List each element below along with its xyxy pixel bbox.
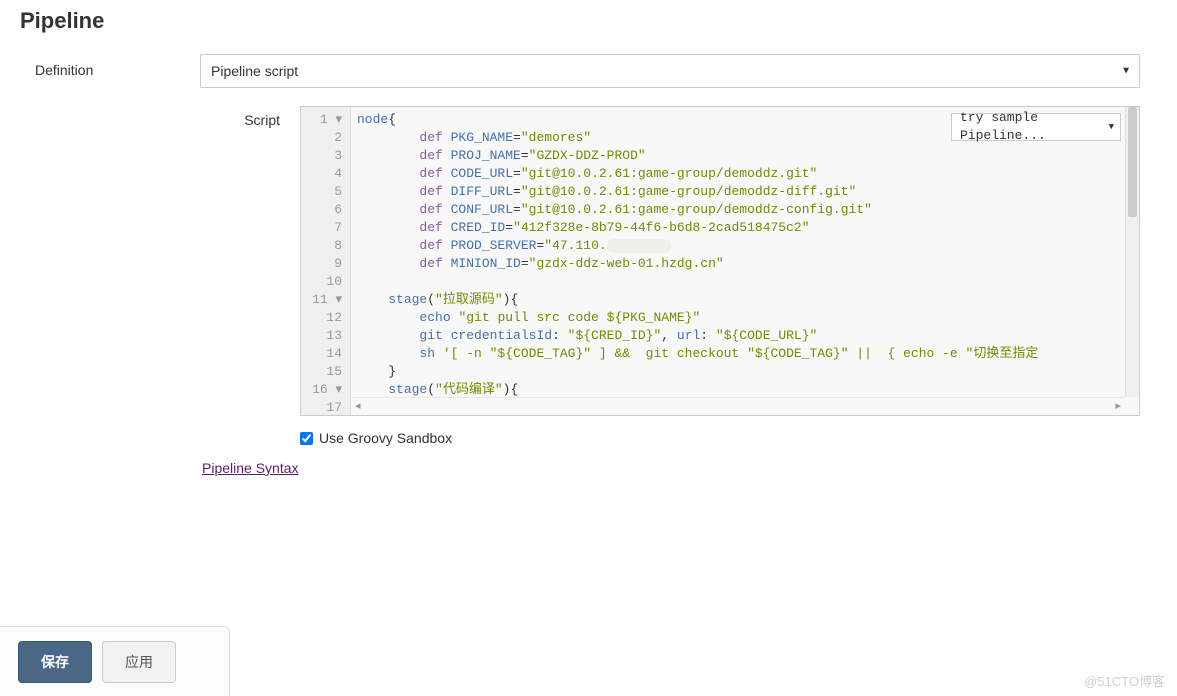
code-line: stage("拉取源码"){ <box>357 291 1133 309</box>
save-button[interactable]: 保存 <box>18 641 92 683</box>
apply-button[interactable]: 应用 <box>102 641 176 683</box>
sandbox-row: Use Groovy Sandbox <box>300 430 1157 446</box>
gutter-line: 7 <box>301 219 342 237</box>
script-label: Script <box>20 106 300 416</box>
code-line: def PROD_SERVER="47.110. <box>357 237 1133 255</box>
definition-label: Definition <box>20 54 200 88</box>
gutter-line: 5 <box>301 183 342 201</box>
scroll-left-icon[interactable]: ◂ <box>355 398 361 416</box>
gutter-line: 6 <box>301 201 342 219</box>
sample-pipeline-select[interactable]: try sample Pipeline... <box>951 113 1121 141</box>
gutter-line: 13 <box>301 327 342 345</box>
definition-row: Definition Pipeline script <box>20 54 1157 88</box>
editor-code[interactable]: node{ def PKG_NAME="demores" def PROJ_NA… <box>351 107 1139 415</box>
code-line: sh '[ -n "${CODE_TAG}" ] && git checkout… <box>357 345 1133 363</box>
code-line: def DIFF_URL="git@10.0.2.61:game-group/d… <box>357 183 1133 201</box>
code-line: def CODE_URL="git@10.0.2.61:game-group/d… <box>357 165 1133 183</box>
vertical-scrollbar[interactable] <box>1125 107 1139 397</box>
gutter-line: 4 <box>301 165 342 183</box>
sandbox-checkbox[interactable] <box>300 432 313 445</box>
gutter-line: 10 <box>301 273 342 291</box>
code-line: def CRED_ID="412f328e-8b79-44f6-b6d8-2ca… <box>357 219 1133 237</box>
definition-select[interactable]: Pipeline script <box>200 54 1140 88</box>
gutter-line: 8 <box>301 237 342 255</box>
script-row: Script 1 ▾234567891011 ▾1213141516 ▾17 n… <box>20 106 1157 416</box>
editor-gutter: 1 ▾234567891011 ▾1213141516 ▾17 <box>301 107 351 415</box>
gutter-line: 15 <box>301 363 342 381</box>
gutter-line: 1 ▾ <box>301 111 342 129</box>
definition-select-value: Pipeline script <box>211 63 298 79</box>
gutter-line: 11 ▾ <box>301 291 342 309</box>
section-title: Pipeline <box>20 8 1157 34</box>
code-line: echo "git pull src code ${PKG_NAME}" <box>357 309 1133 327</box>
gutter-line: 17 <box>301 399 342 417</box>
scroll-right-icon[interactable]: ▸ <box>1115 398 1121 416</box>
pipeline-syntax-row: Pipeline Syntax <box>202 460 1157 476</box>
gutter-line: 2 <box>301 129 342 147</box>
script-editor[interactable]: 1 ▾234567891011 ▾1213141516 ▾17 node{ de… <box>300 106 1140 416</box>
horizontal-scrollbar[interactable]: ◂ ▸ <box>351 397 1125 415</box>
sandbox-label: Use Groovy Sandbox <box>319 430 452 446</box>
gutter-line: 14 <box>301 345 342 363</box>
pipeline-syntax-link[interactable]: Pipeline Syntax <box>202 460 299 476</box>
gutter-line: 16 ▾ <box>301 381 342 399</box>
code-line: def PROJ_NAME="GZDX-DDZ-PROD" <box>357 147 1133 165</box>
code-line: git credentialsId: "${CRED_ID}", url: "$… <box>357 327 1133 345</box>
code-line <box>357 273 1133 291</box>
gutter-line: 9 <box>301 255 342 273</box>
footer-panel: 保存 应用 <box>0 626 230 696</box>
watermark: @51CTO博客 <box>1084 671 1165 690</box>
gutter-line: 3 <box>301 147 342 165</box>
sample-pipeline-label: try sample Pipeline... <box>960 109 1098 145</box>
code-line: def MINION_ID="gzdx-ddz-web-01.hzdg.cn" <box>357 255 1133 273</box>
code-line: def CONF_URL="git@10.0.2.61:game-group/d… <box>357 201 1133 219</box>
gutter-line: 12 <box>301 309 342 327</box>
vertical-scrollbar-thumb[interactable] <box>1128 107 1137 217</box>
code-line: } <box>357 363 1133 381</box>
